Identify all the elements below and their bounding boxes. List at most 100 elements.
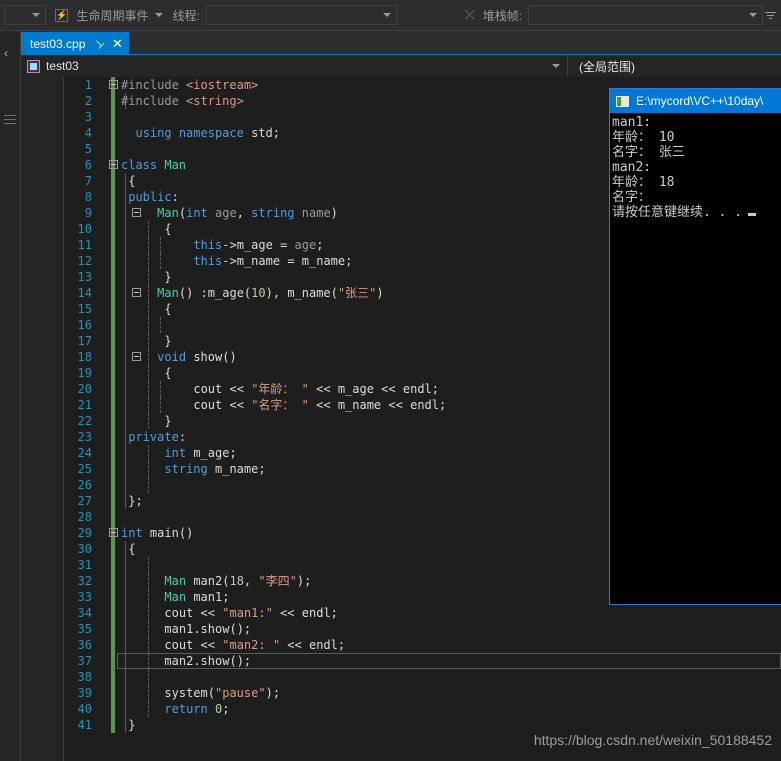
console-output-text: man1: 年龄： 10 名字： 张三 man2: 年龄： 18 名字： 请按任… <box>610 113 781 220</box>
visual-studio-window: ⚡ 生命周期事件 线程: ⤫ 堆栈帧: ‹ test03.cpp ⊣ ✕ tes… <box>0 0 781 761</box>
line-number: 27 <box>77 494 92 508</box>
line-number: 7 <box>84 174 92 188</box>
code-line[interactable]: 35 man1.show(); <box>65 621 781 637</box>
flags-icon: ⤫ <box>464 7 475 22</box>
flags-button[interactable]: ⤫ <box>461 6 479 24</box>
code-line[interactable]: 41 } <box>65 717 781 733</box>
line-number: 3 <box>84 110 92 124</box>
line-number: 1 <box>84 78 92 92</box>
change-indicator-bar <box>111 621 115 637</box>
line-number: 14 <box>77 286 92 300</box>
code-line[interactable]: 36 cout << "man2: " << endl; <box>65 637 781 653</box>
code-line[interactable]: 38 <box>65 669 781 685</box>
project-name: test03 <box>46 59 79 73</box>
code-line-text: class Man <box>121 158 187 172</box>
code-line-text: Man(int age, string name) <box>157 206 338 220</box>
code-line-text: public: <box>128 190 179 204</box>
code-line[interactable]: 34 cout << "man1:" << endl; <box>65 605 781 621</box>
line-number: 16 <box>77 318 92 332</box>
change-indicator-bar <box>111 669 115 685</box>
indent-guide <box>148 317 149 333</box>
line-number: 39 <box>77 686 92 700</box>
change-indicator-bar <box>111 477 115 493</box>
code-line-text: void show() <box>157 350 237 364</box>
change-indicator-bar <box>111 509 115 525</box>
chevron-left-icon[interactable]: ‹ <box>4 46 8 60</box>
close-icon[interactable]: ✕ <box>112 37 123 50</box>
line-number: 19 <box>77 366 92 380</box>
chevron-down-icon[interactable] <box>552 64 560 68</box>
lifecycle-chevron-down-icon[interactable] <box>154 13 163 17</box>
code-line-text: } <box>164 270 172 284</box>
change-indicator-bar <box>111 573 115 589</box>
editor-tab-well: test03.cpp ⊣ ✕ <box>21 31 781 55</box>
code-line-text: { <box>164 302 172 316</box>
code-line-text: }; <box>128 494 143 508</box>
change-indicator-bar <box>111 605 115 621</box>
change-indicator-bar <box>111 125 115 141</box>
code-line-text: } <box>128 718 136 732</box>
line-number: 2 <box>84 94 92 108</box>
code-line-text: using namespace std; <box>135 126 281 140</box>
line-number: 15 <box>77 302 92 316</box>
indent-guide <box>148 557 149 573</box>
line-number: 22 <box>77 414 92 428</box>
toolbar-overflow-icon[interactable] <box>763 11 777 19</box>
code-line-text: Man man2(18, "李四"); <box>164 574 312 588</box>
tab-label: test03.cpp <box>30 36 86 51</box>
fold-toggle-icon[interactable] <box>109 80 118 89</box>
code-line-text: man2.show(); <box>164 654 252 668</box>
line-number: 17 <box>77 334 92 348</box>
filter-down-button[interactable] <box>436 6 454 24</box>
change-indicator-bar <box>111 685 115 701</box>
console-output-lines: man1: 年龄： 10 名字： 张三 man2: 年龄： 18 名字： 请按任… <box>612 115 743 220</box>
filter-button[interactable] <box>411 6 429 24</box>
code-line-text: Man man1; <box>164 590 230 604</box>
change-indicator-bar <box>111 333 115 349</box>
process-combo[interactable] <box>4 5 46 25</box>
line-number: 30 <box>77 542 92 556</box>
console-window-icon <box>616 95 629 107</box>
lifecycle-events-button[interactable]: ⚡ <box>53 6 71 24</box>
line-number: 5 <box>84 142 92 156</box>
code-line-text: cout << "年龄： " << m_age << endl; <box>193 382 440 396</box>
chevron-down-icon <box>383 13 392 17</box>
code-line-text: { <box>164 222 172 236</box>
editor-navigation-bar: test03 (全局范围) <box>21 55 781 77</box>
fold-toggle-icon[interactable] <box>109 160 118 169</box>
pin-icon[interactable]: ⊣ <box>91 36 107 51</box>
line-number: 28 <box>77 510 92 524</box>
console-caret <box>748 213 757 216</box>
chevron-down-icon <box>749 13 758 17</box>
indent-guide <box>125 557 126 573</box>
project-scope-combo[interactable]: test03 <box>21 55 568 77</box>
change-indicator-bar <box>111 237 115 253</box>
code-line-text: Man() :m_age(10), m_name("张三") <box>157 286 384 300</box>
lifecycle-events-label: 生命周期事件 <box>76 8 149 23</box>
lifecycle-events-icon: ⚡ <box>55 8 69 22</box>
console-output-window[interactable]: E:\mycord\VC++\10day\ man1: 年龄： 10 名字： 张… <box>609 88 781 605</box>
line-number: 26 <box>77 478 92 492</box>
tab-test03-cpp[interactable]: test03.cpp ⊣ ✕ <box>21 32 129 55</box>
line-number: 9 <box>84 206 92 220</box>
code-line[interactable]: 39 system("pause"); <box>65 685 781 701</box>
code-line[interactable]: 37 man2.show(); <box>65 653 781 669</box>
stackframe-combo[interactable] <box>528 5 764 25</box>
thread-combo[interactable] <box>205 5 398 25</box>
change-indicator-bar <box>111 701 115 717</box>
fold-toggle-icon[interactable] <box>109 528 118 537</box>
indent-guide <box>125 669 126 685</box>
dock-grip-icon[interactable] <box>4 115 16 127</box>
change-indicator-bar <box>111 541 115 557</box>
change-indicator-bar <box>111 349 115 365</box>
line-number: 34 <box>77 606 92 620</box>
change-indicator-bar <box>111 653 115 669</box>
line-number: 4 <box>84 126 92 140</box>
global-scope-combo[interactable]: (全局范围) <box>568 58 781 75</box>
code-line[interactable]: 40 return 0; <box>65 701 781 717</box>
change-indicator-bar <box>111 141 115 157</box>
project-icon <box>27 59 40 73</box>
code-line-text: } <box>164 334 172 348</box>
code-line-text: #include <string> <box>121 94 244 108</box>
change-indicator-bar <box>111 557 115 573</box>
